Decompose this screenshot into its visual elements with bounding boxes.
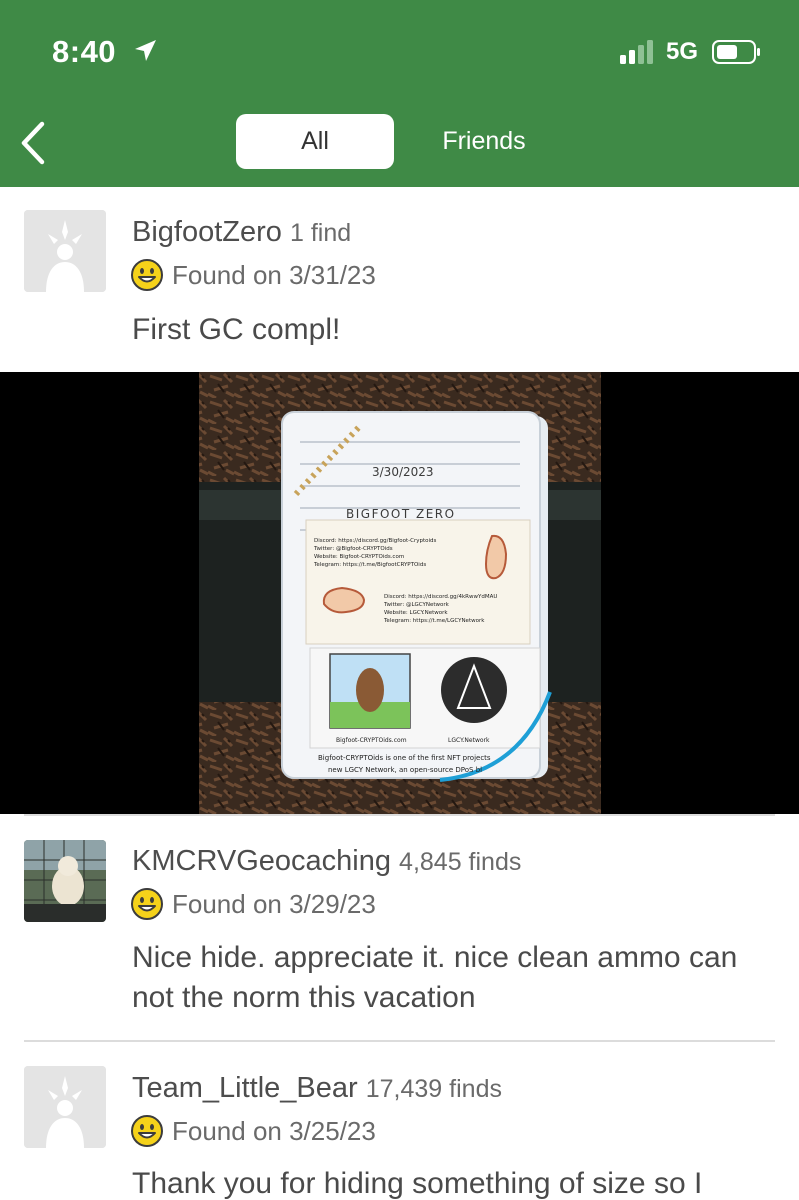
found-date: Found on 3/25/23 (172, 1115, 376, 1146)
avatar[interactable] (24, 1066, 106, 1148)
log-date-handwritten: 3/30/2023 (372, 465, 434, 479)
avatar[interactable] (24, 840, 106, 922)
avatar[interactable] (24, 210, 106, 292)
log-author[interactable]: BigfootZero 1 find (132, 216, 351, 249)
username[interactable]: KMCRVGeocaching (132, 845, 391, 877)
battery-icon (712, 40, 760, 64)
divider (24, 1040, 775, 1042)
found-date: Found on 3/31/23 (172, 259, 376, 290)
tab-all[interactable]: All (236, 114, 394, 169)
cache-photo: 3/30/2023 BIGFOOT ZERO Discord: https://… (199, 372, 601, 814)
find-count: 17,439 finds (365, 1075, 502, 1103)
card-line: Website: LGCY.Network (384, 610, 448, 616)
status-time: 8:40 (52, 34, 117, 69)
tab-friends[interactable]: Friends (404, 114, 564, 169)
username[interactable]: BigfootZero (132, 216, 282, 248)
log-type: Found on 3/31/23 (130, 258, 376, 292)
default-avatar-icon (24, 210, 106, 292)
card-line: Twitter: @Bigfoot-CRYPTOids (313, 546, 393, 552)
signature-handwritten: BIGFOOT ZERO (346, 507, 456, 521)
sticker-caption: Bigfoot-CRYPTOids.com (336, 737, 407, 744)
found-date: Found on 3/29/23 (172, 888, 376, 919)
top-bar: 8:40 5G All Friends (0, 0, 799, 187)
location-arrow-icon (135, 40, 156, 61)
log-text: First GC compl! (132, 313, 341, 346)
network-type: 5G (666, 38, 699, 65)
log-type: Found on 3/25/23 (130, 1114, 376, 1148)
smiley-icon (131, 259, 163, 291)
username[interactable]: Team_Little_Bear (132, 1072, 358, 1104)
chevron-left-icon[interactable] (14, 118, 54, 168)
smiley-icon (131, 888, 163, 920)
log-text: Nice hide. appreciate it. nice clean amm… (132, 941, 738, 1014)
card-line: Twitter: @LGCYNetwork (383, 602, 450, 608)
find-count: 1 find (289, 219, 352, 247)
sticker-caption: LGCY.Network (448, 737, 490, 744)
smiley-icon (131, 1115, 163, 1147)
card-line: Discord: https://discord.gg/4kRwwYdMAU (384, 594, 497, 600)
card-line: Telegram: https://t.me/BigfootCRYPTOids (313, 562, 426, 568)
dog-photo-avatar (24, 840, 106, 922)
default-avatar-icon (24, 1066, 106, 1148)
card-line: Discord: https://discord.gg/Bigfoot-Cryp… (314, 538, 436, 544)
log-photo[interactable]: 3/30/2023 BIGFOOT ZERO Discord: https://… (0, 372, 799, 814)
cellular-signal-icon (620, 40, 653, 64)
log-type: Found on 3/29/23 (130, 887, 376, 921)
log-author[interactable]: KMCRVGeocaching 4,845 finds (132, 845, 521, 878)
log-text: Thank you for hiding something of size s… (132, 1167, 703, 1200)
bottom-text: Bigfoot-CRYPTOids is one of the first NF… (318, 754, 491, 762)
card-line: Website: Bigfoot-CRYPTOids.com (314, 554, 404, 560)
divider (24, 814, 775, 816)
card-line: Telegram: https://t.me/LGCYNetwork (383, 618, 485, 624)
find-count: 4,845 finds (399, 848, 522, 876)
log-author[interactable]: Team_Little_Bear 17,439 finds (132, 1072, 502, 1105)
bottom-text: new LGCY Network, an open-source DPoS bl (328, 766, 482, 774)
